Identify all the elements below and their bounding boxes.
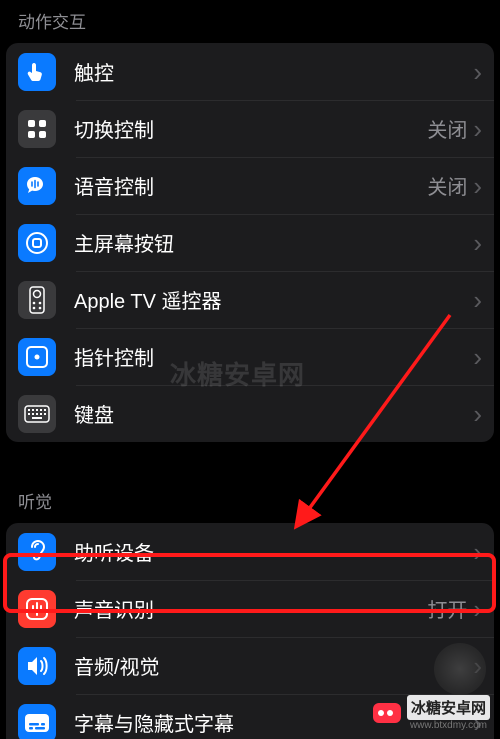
chevron-right-icon: ›	[473, 287, 482, 313]
row-audio-visual[interactable]: 音频/视觉 ›	[6, 637, 494, 694]
ear-icon	[18, 533, 56, 571]
row-sound-recognition[interactable]: 声音识别 打开 ›	[6, 580, 494, 637]
row-label: Apple TV 遥控器	[74, 285, 473, 314]
row-label: 主屏幕按钮	[74, 228, 473, 257]
row-label: 切换控制	[74, 114, 427, 143]
section-header-interaction: 动作交互	[0, 0, 500, 43]
chevron-right-icon: ›	[473, 116, 482, 142]
chevron-right-icon: ›	[473, 710, 482, 736]
row-switch-control[interactable]: 切换控制 关闭 ›	[6, 100, 494, 157]
chevron-right-icon: ›	[473, 173, 482, 199]
row-value: 打开	[427, 594, 467, 623]
row-value: 关闭	[427, 114, 467, 143]
row-touch[interactable]: 触控 ›	[6, 43, 494, 100]
pointer-icon	[18, 338, 56, 376]
group-hearing: 助听设备 › 声音识别 打开 › 音频/视觉 › 字幕与隐藏式字幕 ›	[6, 523, 494, 739]
row-apple-tv-remote[interactable]: Apple TV 遥控器 ›	[6, 271, 494, 328]
chevron-right-icon: ›	[473, 230, 482, 256]
section-header-hearing: 听觉	[0, 480, 500, 523]
row-label: 指针控制	[74, 342, 473, 371]
captions-icon	[18, 704, 56, 739]
row-home-button[interactable]: 主屏幕按钮 ›	[6, 214, 494, 271]
grid-icon	[18, 110, 56, 148]
chevron-right-icon: ›	[473, 59, 482, 85]
row-label: 助听设备	[74, 537, 473, 566]
row-label: 音频/视觉	[74, 651, 473, 680]
home-button-icon	[18, 224, 56, 262]
row-subtitles[interactable]: 字幕与隐藏式字幕 ›	[6, 694, 494, 739]
touch-icon	[18, 53, 56, 91]
row-pointer-control[interactable]: 指针控制 ›	[6, 328, 494, 385]
keyboard-icon	[18, 395, 56, 433]
row-label: 语音控制	[74, 171, 427, 200]
voice-icon	[18, 167, 56, 205]
remote-icon	[18, 281, 56, 319]
sound-recognition-icon	[18, 590, 56, 628]
row-label: 触控	[74, 57, 473, 86]
row-label: 键盘	[74, 399, 473, 428]
chevron-right-icon: ›	[473, 653, 482, 679]
row-label: 字幕与隐藏式字幕	[74, 708, 473, 737]
chevron-right-icon: ›	[473, 401, 482, 427]
chevron-right-icon: ›	[473, 596, 482, 622]
chevron-right-icon: ›	[473, 539, 482, 565]
row-keyboard[interactable]: 键盘 ›	[6, 385, 494, 442]
group-interaction: 触控 › 切换控制 关闭 › 语音控制 关闭 › 主屏幕按钮 › Apple T…	[6, 43, 494, 442]
row-label: 声音识别	[74, 594, 427, 623]
row-value: 关闭	[427, 171, 467, 200]
row-voice-control[interactable]: 语音控制 关闭 ›	[6, 157, 494, 214]
chevron-right-icon: ›	[473, 344, 482, 370]
row-hearing-devices[interactable]: 助听设备 ›	[6, 523, 494, 580]
speaker-icon	[18, 647, 56, 685]
